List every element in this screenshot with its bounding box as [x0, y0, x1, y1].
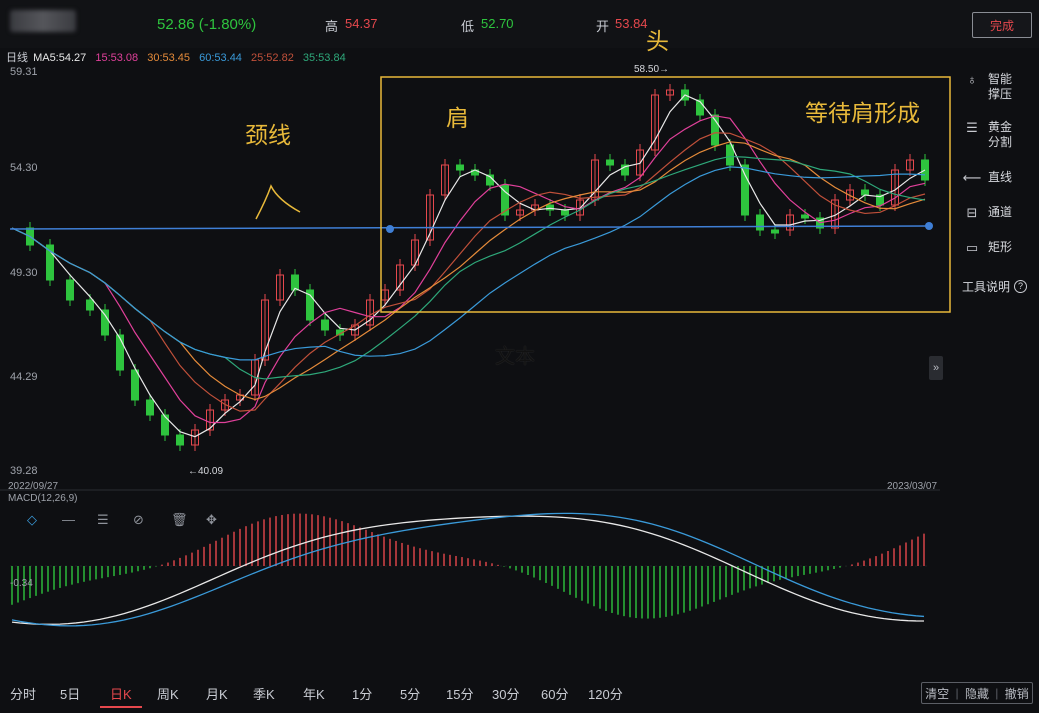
high-value: 54.37: [345, 16, 378, 31]
moving-average-lines: [11, 94, 926, 438]
neckline-arrow: [255, 184, 301, 220]
low-value: 52.70: [481, 16, 514, 31]
period-tab[interactable]: 5日: [60, 684, 80, 703]
neckline: [9, 225, 930, 230]
stock-name-blurred: [10, 10, 76, 32]
y-label-top: 59.31: [10, 66, 38, 78]
neckline-handle-right: [925, 222, 933, 230]
paint-bucket-icon[interactable]: ◇: [27, 512, 37, 528]
period-tab[interactable]: 月K: [206, 684, 228, 703]
period-tab[interactable]: 1分: [352, 684, 372, 703]
y-label-54: 54.30: [10, 162, 38, 174]
tool-golden-ratio[interactable]: ☰ 黄金分割: [962, 120, 1039, 150]
collapse-chevron-icon[interactable]: »: [929, 356, 943, 380]
ma15-label: 15:53.08: [95, 52, 139, 64]
low-marker: ←40.09: [188, 466, 224, 477]
move-icon[interactable]: ✥: [206, 512, 217, 528]
undo-button[interactable]: 撤销: [1005, 685, 1029, 702]
period-tab[interactable]: 分时: [10, 684, 36, 703]
macd-label: MACD(12,26,9): [8, 493, 78, 504]
hide-eye-icon[interactable]: ⊘: [133, 512, 144, 528]
line-icon: ⟵: [962, 170, 982, 185]
annotation-waiting[interactable]: 等待肩形成: [805, 94, 920, 128]
line-style-icon[interactable]: —: [62, 512, 75, 527]
tool-label: 矩形: [988, 240, 1013, 254]
high-label: 高: [325, 19, 339, 34]
y-label-49: 49.30: [10, 267, 38, 279]
period-tab[interactable]: 120分: [588, 684, 623, 703]
period-tab[interactable]: 5分: [400, 684, 420, 703]
low-label: 低: [461, 19, 475, 34]
ma60-label: 60:53.44: [199, 52, 242, 64]
tool-label: 通道: [988, 205, 1013, 219]
date-end: 2023/03/07: [887, 481, 938, 492]
annotation-neckline[interactable]: 颈线: [245, 116, 291, 150]
done-button[interactable]: 完成: [972, 12, 1032, 38]
open-value: 53.84: [615, 16, 648, 31]
period-tab[interactable]: 周K: [157, 684, 179, 703]
channel-icon: ⊟: [966, 205, 978, 220]
help-icon: ?: [1014, 280, 1028, 293]
ma30-label: 30:53.45: [147, 52, 191, 64]
y-label-44: 44.29: [10, 371, 38, 383]
period-tab[interactable]: 季K: [253, 684, 275, 703]
tool-channel[interactable]: ⊟ 通道: [962, 205, 1039, 221]
top-bar: 52.86 (-1.80%) 高 54.37 低 52.70 开 53.84 完…: [0, 0, 1039, 48]
rect-icon: ▭: [965, 240, 979, 255]
period-tab[interactable]: 日K: [110, 684, 132, 703]
tool-label: 黄金分割: [988, 120, 1013, 149]
annotation-shoulder[interactable]: 肩: [446, 99, 469, 133]
period-tab[interactable]: 60分: [541, 684, 568, 703]
tool-line[interactable]: ⟵ 直线: [962, 170, 1039, 186]
annotation-text[interactable]: 文本: [495, 340, 535, 369]
hide-button[interactable]: 隐藏: [965, 685, 989, 702]
high-marker: 58.50→: [634, 64, 670, 75]
active-period-underline: [100, 706, 142, 708]
clear-button[interactable]: 清空: [925, 685, 949, 702]
tool-label: 直线: [988, 170, 1013, 184]
period-tab[interactable]: 30分: [492, 684, 519, 703]
date-start: 2022/09/27: [8, 481, 59, 492]
y-label-bottom: 39.28: [10, 465, 38, 477]
ma25-label: 25:52.82: [251, 52, 294, 64]
macd-lines: [11, 512, 925, 627]
tool-label: 智能撑压: [988, 72, 1013, 101]
macd-histogram: [11, 513, 925, 619]
neckline-handle-left: [386, 225, 394, 233]
macd-axis-value: -0.34: [10, 578, 33, 589]
bottom-actions: 清空 | 隐藏 | 撤销: [921, 682, 1033, 704]
period-tab[interactable]: 年K: [303, 684, 325, 703]
period-tab[interactable]: 15分: [446, 684, 473, 703]
tool-bulb[interactable]: ♁ 智能撑压: [962, 72, 1039, 102]
tool-rect[interactable]: ▭ 矩形: [962, 240, 1039, 256]
ma-legend: 日线 MA5:54.27 15:53.08 30:53.45 60:53.44 …: [6, 49, 352, 65]
stroke-width-icon[interactable]: ☰: [97, 512, 109, 528]
golden-ratio-icon: ☰: [966, 120, 978, 135]
tools-help[interactable]: 工具说明 ?: [962, 280, 1039, 295]
candlesticks: [26, 84, 929, 451]
ma35-label: 35:53.84: [302, 52, 346, 64]
open-label: 开: [596, 19, 610, 34]
price-change: 52.86 (-1.80%): [157, 16, 257, 33]
bulb-icon: ♁: [967, 72, 977, 87]
period-label: 日线: [6, 52, 28, 64]
annotation-head[interactable]: 头: [646, 22, 669, 56]
trash-icon[interactable]: 🗑: [171, 512, 188, 528]
ma5-label: MA5:54.27: [33, 52, 87, 64]
